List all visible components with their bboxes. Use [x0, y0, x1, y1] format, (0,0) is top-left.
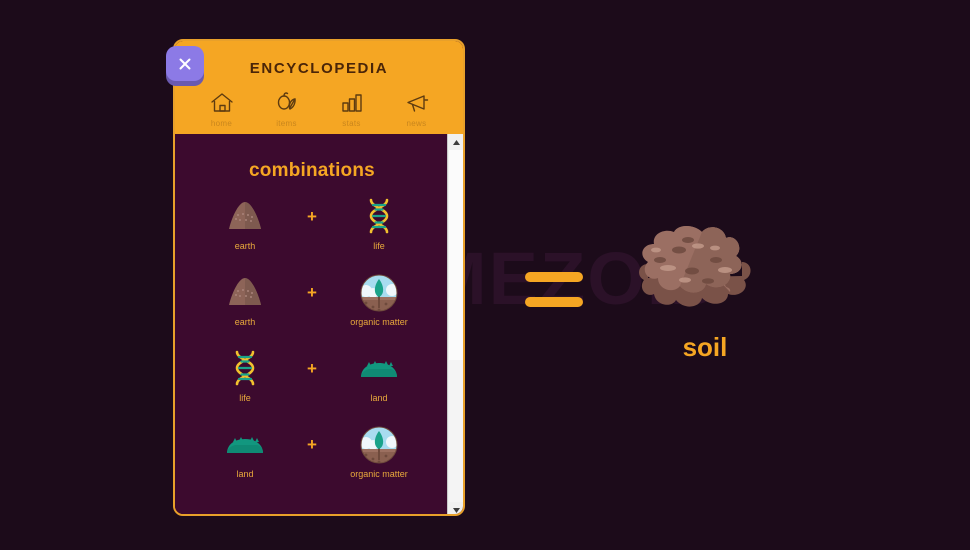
result-label: soil [682, 332, 728, 362]
combinations-list: combinations earth + life earth + organi… [175, 134, 449, 514]
nav-item-home[interactable]: home [194, 91, 250, 128]
combination-ingredient-earth[interactable]: earth [195, 196, 295, 251]
earth-mound-icon [225, 272, 265, 314]
equals-bar-top [525, 272, 583, 282]
combination-ingredient-label: earth [234, 241, 256, 251]
section-title: combinations [249, 160, 375, 181]
panel-header: ENCYCLOPEDIA home items stats news [175, 41, 463, 134]
scrollbar[interactable] [447, 134, 463, 514]
home-icon [209, 91, 235, 117]
dna-helix-icon [230, 348, 260, 390]
combination-ingredient-label: organic matter [350, 317, 408, 327]
nav-item-stats-label: stats [342, 119, 361, 128]
combination-ingredient-life[interactable]: life [195, 348, 295, 403]
scrollbar-track[interactable] [449, 360, 463, 502]
combination-ingredient-organic-matter[interactable]: organic matter [329, 272, 429, 327]
megaphone-icon [404, 91, 430, 117]
combination-ingredient-label: land [236, 469, 254, 479]
plus-sign: + [307, 283, 317, 302]
nav-item-items-label: items [276, 119, 297, 128]
plus-sign: + [307, 435, 317, 454]
combination-row: earth + [175, 272, 449, 334]
scrollbar-thumb[interactable] [449, 150, 463, 360]
soil-patch-icon [630, 218, 780, 328]
combination-ingredient-label: life [239, 393, 251, 403]
combination-ingredient-life[interactable]: life [329, 196, 429, 251]
plus-sign: + [307, 359, 317, 378]
equals-sign [525, 272, 583, 307]
encyclopedia-panel: ENCYCLOPEDIA home items stats news combi… [173, 39, 465, 516]
dna-helix-icon [364, 196, 394, 238]
plus-sign: + [307, 207, 317, 226]
close-x-icon [166, 54, 204, 74]
equals-bar-bottom [525, 297, 583, 307]
combination-ingredient-organic-matter[interactable]: organic matter [329, 424, 429, 479]
scrollbar-up-arrow[interactable] [448, 134, 463, 150]
combination-ingredient-label: land [370, 393, 388, 403]
scrollbar-down-arrow[interactable] [448, 502, 463, 514]
nav-item-home-label: home [210, 119, 233, 128]
organic-matter-icon [359, 424, 399, 466]
stats-icon [339, 91, 365, 117]
combination-ingredient-land[interactable]: land [195, 424, 295, 479]
organic-matter-icon [359, 272, 399, 314]
land-hill-icon [357, 348, 401, 390]
combination-ingredient-label: organic matter [350, 469, 408, 479]
panel-body: combinations earth + life earth + organi… [175, 134, 463, 514]
result-panel: soil [630, 218, 780, 363]
nav-item-items[interactable]: items [259, 91, 315, 128]
combination-row: life + land [175, 348, 449, 410]
combination-ingredient-earth[interactable]: earth [195, 272, 295, 327]
combination-ingredient-label: life [373, 241, 385, 251]
nav-item-stats[interactable]: stats [324, 91, 380, 128]
combination-ingredient-label: earth [234, 317, 256, 327]
nav-item-news-label: news [406, 119, 427, 128]
close-button[interactable] [166, 46, 204, 81]
combination-row: land + organic matter [175, 424, 449, 486]
nav-bar: home items stats news [175, 91, 463, 134]
nav-item-news[interactable]: news [389, 91, 445, 128]
page-title: ENCYCLOPEDIA [249, 60, 389, 77]
combination-row: earth + [175, 196, 449, 258]
combination-ingredient-land[interactable]: land [329, 348, 429, 403]
items-icon [274, 91, 300, 117]
land-hill-icon [223, 424, 267, 466]
earth-mound-icon [225, 196, 265, 238]
